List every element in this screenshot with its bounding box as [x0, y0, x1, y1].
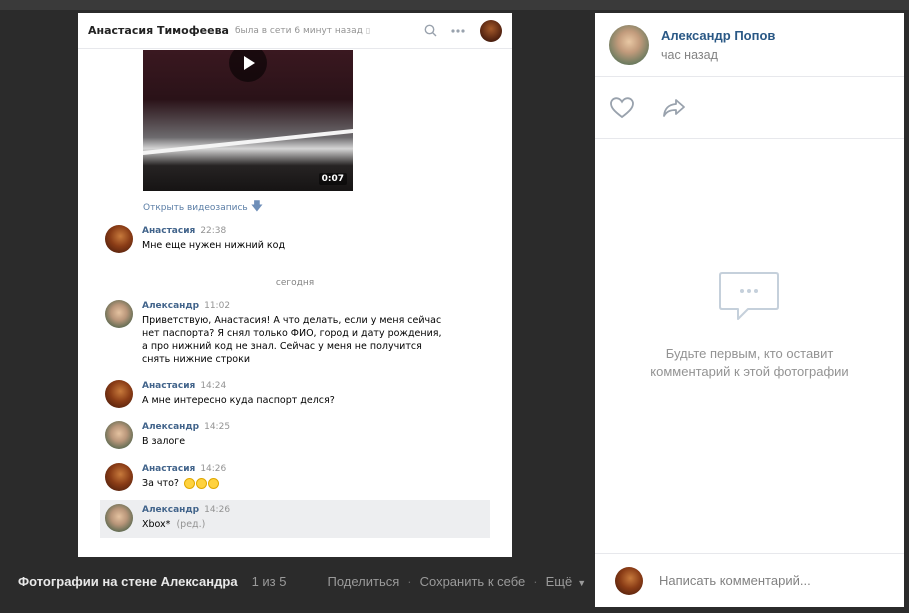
- message-author: Александр: [142, 505, 200, 515]
- message-time: 14:26: [204, 505, 231, 515]
- avatar: [105, 421, 133, 449]
- post-time[interactable]: час назад: [661, 48, 775, 62]
- more-label: Ещё: [545, 574, 573, 589]
- empty-comments-text: Будьте первым, кто оставит комментарий к…: [595, 345, 904, 381]
- photo-viewer-image[interactable]: Анастасия Тимофеева была в сети 6 минут …: [78, 13, 512, 557]
- current-user-avatar: [615, 566, 643, 595]
- save-link[interactable]: Сохранить к себе: [420, 574, 526, 589]
- video-frame-detail: [143, 128, 353, 156]
- share-icon: [663, 98, 685, 117]
- emoji-group: [183, 478, 220, 489]
- message-text: А мне интересно куда паспорт делся?: [142, 395, 335, 406]
- edited-mark: (ред.): [176, 519, 206, 530]
- open-video-link: Открыть видеозапись 🡇: [143, 197, 263, 218]
- message-text: В залоге: [142, 436, 186, 447]
- author-info: Александр Попов час назад: [661, 28, 775, 62]
- arrow-down-icon: 🡇: [250, 199, 264, 213]
- comment-composer: [595, 553, 904, 607]
- message-author: Александр: [142, 422, 200, 432]
- message-meta: Анастасия 14:26: [142, 464, 226, 474]
- comment-input[interactable]: [659, 573, 879, 588]
- heart-icon: [610, 96, 634, 118]
- message-body: Анастасия 22:38 Мне еще нужен нижний код: [142, 225, 285, 255]
- empty-comments-line: Будьте первым, кто оставит: [665, 346, 834, 361]
- confused-emoji-icon: [207, 478, 219, 489]
- chat-message: Анастасия 22:38 Мне еще нужен нижний код: [100, 225, 490, 255]
- message-meta: Александр 11:02: [142, 301, 442, 311]
- message-author: Анастасия: [142, 464, 196, 474]
- like-button[interactable]: [609, 95, 635, 121]
- chat-contact-status: была в сети 6 минут назад: [234, 25, 363, 36]
- message-text-row: За что?: [142, 477, 226, 490]
- author-name-link[interactable]: Александр Попов: [661, 28, 775, 43]
- message-meta: Анастасия 14:24: [142, 381, 335, 391]
- message-meta: Александр 14:25: [142, 422, 230, 432]
- message-author: Анастасия: [142, 381, 196, 391]
- confused-emoji-icon: [183, 478, 195, 489]
- chat-message: Александр 11:02 Приветствую, Анастасия! …: [100, 300, 490, 366]
- author-avatar[interactable]: [609, 24, 649, 65]
- search-icon: [422, 23, 438, 39]
- chat-header-tools: [410, 19, 502, 42]
- album-title-link[interactable]: Фотографии на стене Александра: [18, 574, 238, 589]
- day-separator: сегодня: [275, 278, 315, 288]
- comments-icon: [718, 271, 782, 327]
- message-meta: Александр 14:26: [142, 505, 230, 515]
- message-meta: Анастасия 22:38: [142, 226, 285, 236]
- message-body: Анастасия 14:24 А мне интересно куда пас…: [142, 380, 335, 410]
- message-time: 14:25: [204, 422, 231, 432]
- chat-message: Александр 14:25 В залоге: [100, 421, 490, 451]
- photo-bottom-bar: Фотографии на стене Александра 1 из 5 По…: [18, 574, 586, 589]
- separator-dot: ·: [407, 574, 412, 589]
- video-thumbnail: 0:07: [143, 50, 353, 191]
- post-side-panel: Александр Попов час назад Будьте первым,…: [595, 13, 904, 607]
- avatar: [105, 504, 133, 532]
- message-time: 14:24: [200, 381, 227, 391]
- chat-message: Анастасия 14:24 А мне интересно куда пас…: [100, 380, 490, 410]
- avatar: [105, 225, 133, 253]
- message-text-row: Xbox* (ред.): [142, 518, 230, 531]
- chat-message: Анастасия 14:26 За что?: [100, 463, 490, 493]
- confused-emoji-icon: [195, 478, 207, 489]
- message-text: Приветствую, Анастасия! А что делать, ес…: [142, 315, 442, 365]
- separator-dot: ·: [533, 574, 538, 589]
- share-link[interactable]: Поделиться: [327, 574, 399, 589]
- video-duration: 0:07: [318, 173, 347, 185]
- empty-comments: Будьте первым, кто оставит комментарий к…: [595, 271, 904, 381]
- chevron-down-icon: ▼: [577, 578, 587, 588]
- avatar: [105, 463, 133, 491]
- message-body: Анастасия 14:26 За что?: [142, 463, 226, 493]
- message-body: Александр 14:26 Xbox* (ред.): [142, 504, 230, 538]
- avatar: [105, 380, 133, 408]
- message-author: Александр: [142, 301, 200, 311]
- share-button[interactable]: [661, 95, 687, 121]
- play-icon: [229, 50, 267, 82]
- message-time: 11:02: [204, 301, 231, 311]
- chat-message-selected: Александр 14:26 Xbox* (ред.): [100, 500, 490, 538]
- message-time: 22:38: [200, 226, 227, 236]
- message-time: 14:26: [200, 464, 227, 474]
- empty-comments-line: комментарий к этой фотографии: [650, 364, 849, 379]
- more-menu-button[interactable]: Ещё ▼: [546, 574, 587, 589]
- message-text: Xbox*: [142, 519, 171, 530]
- photo-counter: 1 из 5: [251, 574, 287, 589]
- open-video-label: Открыть видеозапись: [143, 202, 248, 213]
- chat-header: Анастасия Тимофеева была в сети 6 минут …: [78, 13, 512, 49]
- message-author: Анастасия: [142, 226, 196, 236]
- post-header: Александр Попов час назад: [595, 13, 904, 77]
- message-body: Александр 14:25 В залоге: [142, 421, 230, 451]
- more-icon: [450, 23, 466, 39]
- backdrop-strip: [0, 0, 909, 10]
- message-body: Александр 11:02 Приветствую, Анастасия! …: [142, 300, 442, 366]
- message-text: Мне еще нужен нижний код: [142, 240, 286, 251]
- post-actions: [595, 77, 904, 139]
- message-text: За что?: [142, 478, 179, 489]
- chat-contact-name: Анастасия Тимофеева: [88, 24, 229, 37]
- avatar: [105, 300, 133, 328]
- chat-contact-avatar: [480, 19, 502, 42]
- phone-icon: ▯: [365, 26, 371, 35]
